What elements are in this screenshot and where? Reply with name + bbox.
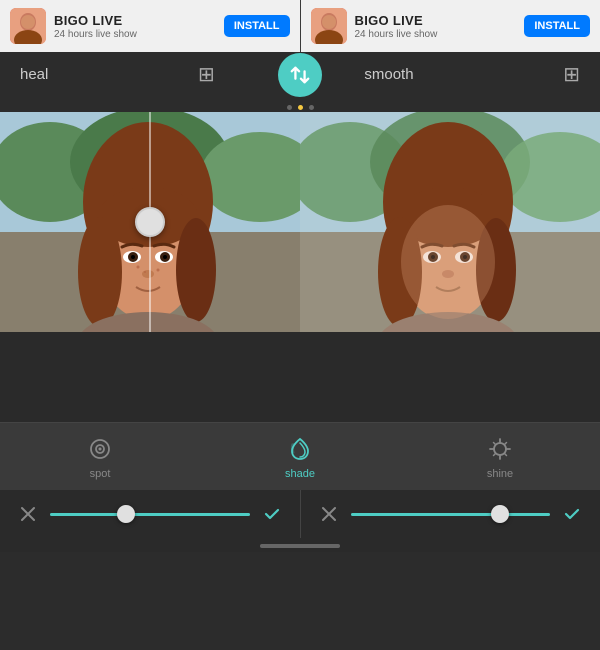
confirm-button-right[interactable] (560, 502, 584, 526)
ad-install-button-left[interactable]: INSTALL (224, 15, 290, 37)
dot-1 (287, 105, 292, 110)
ad-container: BIGO LIVE 24 hours live show INSTALL BIG… (0, 0, 600, 52)
heal-label: heal (20, 66, 48, 83)
swap-fab-button[interactable] (278, 53, 322, 97)
spot-icon (86, 435, 114, 463)
right-image-bg (300, 112, 600, 332)
spot-label: spot (90, 468, 111, 480)
shade-label: shade (285, 468, 315, 480)
tool-item-shade[interactable]: shade (200, 435, 400, 480)
tool-item-shine[interactable]: shine (400, 435, 600, 480)
split-icon-right: ⊞ (563, 62, 580, 87)
ad-avatar-right (311, 8, 347, 44)
slider-thumb-left[interactable] (117, 505, 135, 523)
action-panel-left (0, 490, 301, 538)
bottom-tools-panel: spot shade (0, 422, 600, 490)
shade-icon (286, 435, 314, 463)
ad-title-left: BIGO LIVE (54, 13, 216, 28)
slider-right[interactable] (351, 513, 551, 516)
confirm-button-left[interactable] (260, 502, 284, 526)
swap-icon (289, 64, 311, 86)
ad-text-right: BIGO LIVE 24 hours live show (355, 13, 517, 40)
image-left (0, 112, 300, 332)
ad-banner-right[interactable]: BIGO LIVE 24 hours live show INSTALL (301, 0, 600, 52)
action-bar (0, 490, 600, 538)
shine-icon (486, 435, 514, 463)
image-comparison-area[interactable] (0, 112, 600, 332)
ad-avatar-left (10, 8, 46, 44)
image-right (300, 112, 600, 332)
ad-banner-left[interactable]: BIGO LIVE 24 hours live show INSTALL (0, 0, 300, 52)
slider-left[interactable] (50, 513, 250, 516)
split-icon-left: ⊞ (198, 62, 215, 87)
dot-3 (309, 105, 314, 110)
ad-subtitle-right: 24 hours live show (355, 29, 517, 40)
dot-2-active (298, 105, 303, 110)
dots-row (0, 97, 600, 112)
ad-title-right: BIGO LIVE (355, 13, 517, 28)
home-indicator (260, 544, 340, 548)
action-panel-right (301, 490, 600, 538)
shine-label: shine (487, 468, 513, 480)
dark-spacer (0, 332, 600, 422)
image-divider-handle[interactable] (135, 207, 165, 237)
smooth-label: smooth (364, 66, 413, 83)
toolbar: heal ⊞ smooth ⊞ (0, 52, 600, 97)
slider-thumb-right[interactable] (491, 505, 509, 523)
ad-install-button-right[interactable]: INSTALL (524, 15, 590, 37)
ad-subtitle-left: 24 hours live show (54, 29, 216, 40)
home-indicator-area (0, 538, 600, 552)
ad-text-left: BIGO LIVE 24 hours live show (54, 13, 216, 40)
cancel-button-left[interactable] (16, 502, 40, 526)
cancel-button-right[interactable] (317, 502, 341, 526)
tool-item-spot[interactable]: spot (0, 435, 200, 480)
